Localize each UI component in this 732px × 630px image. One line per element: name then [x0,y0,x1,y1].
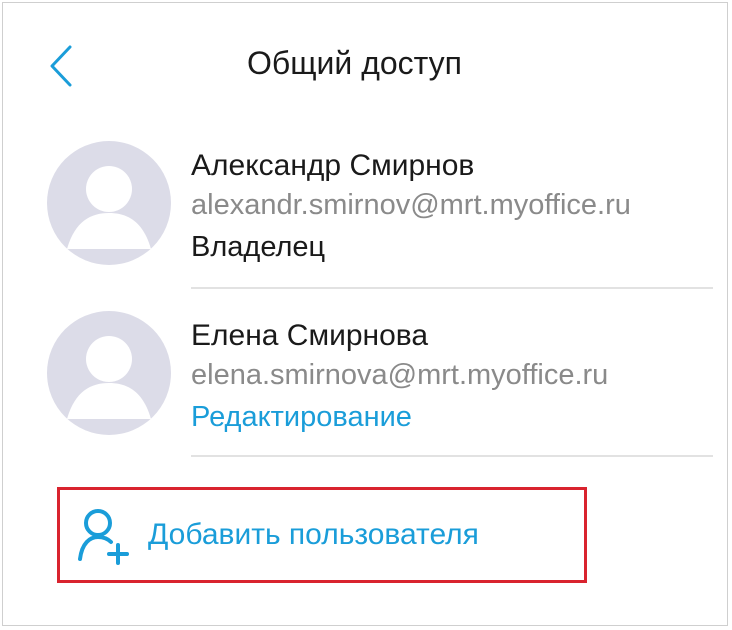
user-name: Елена Смирнова [191,319,429,352]
user-role-link[interactable]: Редактирование [191,401,412,434]
chevron-left-icon [50,45,72,87]
add-user-highlight: Добавить пользователя [57,487,587,583]
user-row-owner[interactable]: Александр Смирнов alexandr.smirnov@mrt.m… [3,133,729,293]
user-email: elena.smirnova@mrt.myoffice.ru [191,359,609,391]
user-name: Александр Смирнов [191,149,475,182]
header: Общий доступ [3,3,729,123]
user-email: alexandr.smirnov@mrt.myoffice.ru [191,189,631,221]
add-user-button[interactable]: Добавить пользователя [74,498,574,572]
add-user-label: Добавить пользователя [148,518,479,551]
back-button[interactable] [41,41,81,91]
page-title: Общий доступ [247,45,462,81]
sharing-screen: Общий доступ Александр Смирнов alexandr.… [2,2,728,626]
divider [191,455,713,457]
user-placeholder-icon [47,311,171,435]
add-user-icon [78,509,129,565]
divider [191,287,713,289]
user-placeholder-icon [47,141,171,265]
user-row-editor[interactable]: Елена Смирнова elena.smirnova@mrt.myoffi… [3,303,729,463]
user-role: Владелец [191,231,326,263]
